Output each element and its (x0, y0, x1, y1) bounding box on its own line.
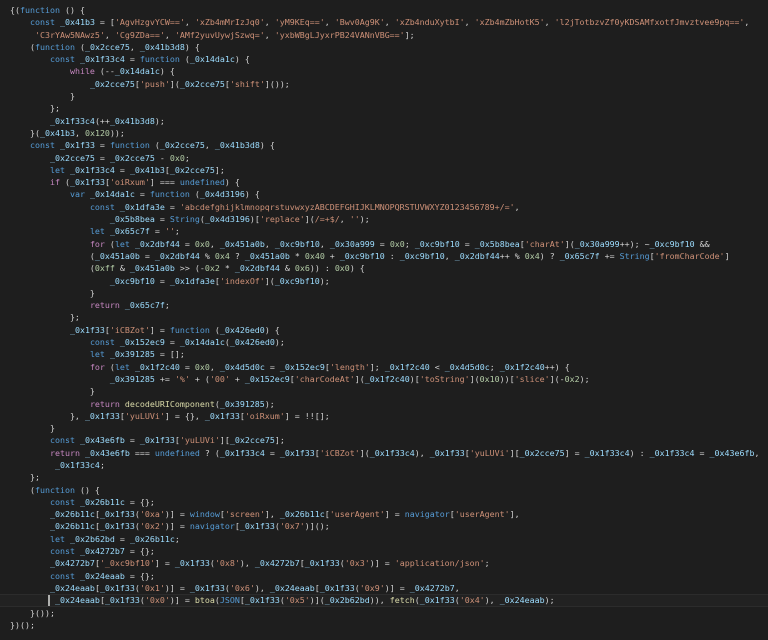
code-line[interactable]: const _0x41b3 = ['AgvHzgvYCW==', 'xZb4mM… (0, 16, 768, 28)
code-line[interactable]: _0xc9bf10 = _0x1dfa3e['indexOf'](_0xc9bf… (0, 275, 768, 287)
code-line[interactable]: } (0, 422, 768, 434)
code-line[interactable]: _0x5b8bea = String(_0x4d3196)['replace']… (0, 213, 768, 225)
code-line[interactable]: _0x2cce75['push'](_0x2cce75['shift']()); (0, 78, 768, 90)
code-line[interactable]: for (let _0x1f2c40 = 0x0, _0x4d5d0c = _0… (0, 361, 768, 373)
code-line[interactable]: } (0, 90, 768, 102)
code-line[interactable]: const _0x1f33c4 = function (_0x14da1c) { (0, 53, 768, 65)
code-line[interactable]: }; (0, 311, 768, 323)
code-line[interactable]: _0x1f33['iCBZot'] = function (_0x426ed0)… (0, 324, 768, 336)
code-line[interactable]: return _0x43e6fb === undefined ? (_0x1f3… (0, 447, 768, 459)
code-line[interactable]: const _0x152ec9 = _0x14da1c(_0x426ed0); (0, 336, 768, 348)
code-line[interactable]: _0x24eaab[_0x1f33('0x0')] = btoa(JSON[_0… (0, 594, 768, 607)
code-line[interactable]: }; (0, 102, 768, 114)
code-line[interactable]: (_0x451a0b = _0x2dbf44 % 0x4 ? _0x451a0b… (0, 250, 768, 262)
code-line[interactable]: const _0x4272b7 = {}; (0, 545, 768, 557)
code-line[interactable]: {(function () { (0, 4, 768, 16)
code-line[interactable]: _0x26b11c[_0x1f33('0x2')] = navigator[_0… (0, 520, 768, 532)
code-line[interactable]: const _0x26b11c = {}; (0, 496, 768, 508)
code-line[interactable]: })(); (0, 619, 768, 631)
code-line[interactable]: let _0x2b62bd = _0x26b11c; (0, 533, 768, 545)
code-line[interactable]: _0x26b11c[_0x1f33('0xa')] = window['scre… (0, 508, 768, 520)
code-line[interactable]: const _0x24eaab = {}; (0, 570, 768, 582)
code-line[interactable]: }, _0x1f33['yuLUVi'] = {}, _0x1f33['oiRx… (0, 410, 768, 422)
code-line[interactable]: (0xff & _0x451a0b >> (-0x2 * _0x2dbf44 &… (0, 262, 768, 274)
code-line[interactable]: let _0x391285 = []; (0, 348, 768, 360)
code-line[interactable]: _0x1f33c4(++_0x41b3d8); (0, 115, 768, 127)
code-line[interactable]: (function () { (0, 484, 768, 496)
code-line[interactable]: _0x1f33c4; (0, 459, 768, 471)
code-line[interactable]: let _0x65c7f = ''; (0, 225, 768, 237)
code-line[interactable]: (function (_0x2cce75, _0x41b3d8) { (0, 41, 768, 53)
code-line[interactable]: return decodeURIComponent(_0x391285); (0, 398, 768, 410)
code-line[interactable]: }(_0x41b3, 0x120)); (0, 127, 768, 139)
code-line[interactable]: }()); (0, 607, 768, 619)
code-line[interactable]: var _0x14da1c = function (_0x4d3196) { (0, 188, 768, 200)
code-line[interactable]: while (--_0x14da1c) { (0, 65, 768, 77)
code-line[interactable]: 'C3rYAw5NAwz5', 'Cg9ZDa==', 'AMf2yuvUywj… (0, 29, 768, 41)
code-line[interactable]: for (let _0x2dbf44 = 0x0, _0x451a0b, _0x… (0, 238, 768, 250)
code-line[interactable]: _0x391285 += '%' + ('00' + _0x152ec9['ch… (0, 373, 768, 385)
code-line[interactable]: _0x24eaab[_0x1f33('0x1')] = _0x1f33('0x6… (0, 582, 768, 594)
code-line[interactable]: } (0, 287, 768, 299)
code-line[interactable]: _0x2cce75 = _0x2cce75 - 0x0; (0, 152, 768, 164)
code-line[interactable]: } (0, 385, 768, 397)
code-line[interactable]: let _0x1f33c4 = _0x41b3[_0x2cce75]; (0, 164, 768, 176)
code-line[interactable]: if (_0x1f33['oiRxum'] === undefined) { (0, 176, 768, 188)
code-line[interactable]: }; (0, 471, 768, 483)
code-line[interactable]: const _0x43e6fb = _0x1f33['yuLUVi'][_0x2… (0, 434, 768, 446)
code-line[interactable]: const _0x1f33 = function (_0x2cce75, _0x… (0, 139, 768, 151)
code-line[interactable]: const _0x1dfa3e = 'abcdefghijklmnopqrstu… (0, 201, 768, 213)
text-cursor (48, 595, 50, 606)
code-line[interactable]: return _0x65c7f; (0, 299, 768, 311)
code-line[interactable]: _0x4272b7['_0xc9bf10'] = _0x1f33('0x8'),… (0, 557, 768, 569)
code-editor[interactable]: {(function () { const _0x41b3 = ['AgvHzg… (0, 4, 768, 640)
